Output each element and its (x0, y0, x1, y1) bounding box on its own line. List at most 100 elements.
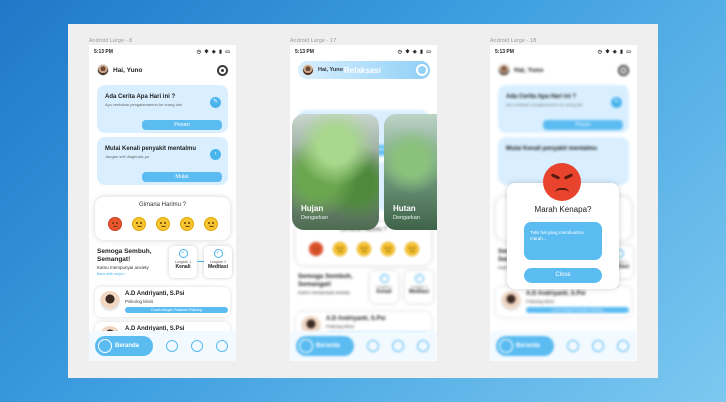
nav-home-label: Beranda (115, 343, 140, 349)
bottom-nav: Beranda (89, 331, 236, 361)
rain-subtitle: Dengarkan (301, 215, 328, 221)
psychologist-card: A.D Andriyanti, S.Psi Psikolog klinis Cu… (496, 287, 631, 317)
card-title: Mulai Kenali penyakit mentalmu (506, 146, 598, 152)
pencil-icon: ✎ (611, 97, 622, 108)
check-icon: ✓ (379, 274, 389, 283)
rain-title: Hujan (301, 204, 324, 213)
avatar[interactable] (97, 64, 109, 76)
healing-title: Semoga Sembuh, Semangat! (298, 273, 353, 288)
check-icon: ✓ (178, 249, 188, 258)
read-more-link[interactable]: Baca lebih lanjut > (97, 272, 126, 276)
avatar (498, 64, 510, 76)
mood-emoji-row (95, 217, 230, 231)
arrow-icon[interactable]: › (210, 149, 221, 160)
status-icons: ◷ ✱ ◈ ▮ ▭ (597, 49, 632, 55)
close-button[interactable]: Close (524, 268, 602, 283)
happy-emoji-icon (380, 242, 395, 256)
consult-button: Curah dengan Pasukan Psikolog (526, 307, 629, 313)
nav-home-button[interactable]: Beranda (95, 336, 153, 356)
sad-emoji-icon[interactable] (131, 217, 146, 231)
home-icon (499, 339, 513, 353)
card-title: Ada Cerita Apa Hari ini ? (506, 94, 577, 100)
phone-home: 5:13 PM ◷ ✱ ◈ ▮ ▭ Hai, Yuno Ada Cerita A… (89, 45, 236, 361)
forest-sound-card[interactable]: Hutan Dengarkan (384, 114, 437, 230)
psychologist-card[interactable]: A.D Andriyanti, S.Psi Psikolog klinis Cu… (95, 287, 230, 317)
card-title: Mulai Kenali penyakit mentalmu (105, 146, 197, 152)
psychologist-avatar (100, 291, 120, 311)
music-disc-icon[interactable] (217, 64, 228, 76)
start-button[interactable]: Mulai (142, 172, 222, 182)
status-bar: 5:13 PM ◷ ✱ ◈ ▮ ▭ (89, 45, 236, 59)
greeting: Hai, Yuno (113, 66, 143, 74)
mental-card: Mulai Kenali penyakit mentalmu Jangan se… (97, 137, 228, 185)
psychologist-name: A.D Andriyanti, S.Psi (526, 291, 586, 297)
frame-label: Android Large - 17 (290, 38, 337, 44)
story-card: Ada Cerita Apa Hari ini ? Ayo ceritakan … (498, 85, 629, 133)
nav-home-button[interactable]: Beranda (296, 336, 354, 356)
bottom-nav: Beranda (290, 331, 437, 361)
meditation-icon[interactable] (191, 340, 203, 352)
forest-title: Hutan (393, 204, 416, 213)
message-button[interactable]: Pesan (142, 120, 222, 130)
angry-emoji-icon (308, 242, 323, 256)
step-card-meditasi: ✓ Langkah 2 Meditasi (405, 271, 433, 303)
card-subtitle: Ayo ceritakan pengalamanmu ke orang lain (105, 102, 182, 107)
chat-icon[interactable] (567, 340, 579, 352)
forest-subtitle: Dengarkan (393, 215, 420, 221)
step-label: Kenali (175, 264, 191, 270)
angry-face-icon (543, 163, 581, 201)
check-icon: ✓ (213, 249, 223, 258)
psychologist-avatar (501, 291, 521, 311)
greeting: Hai, Yuno (514, 66, 544, 74)
design-canvas: Android Large - 8 Android Large - 17 And… (68, 24, 658, 378)
psychologist-role: Psikolog klinis (526, 299, 555, 304)
psychologist-name: A.D Andriyanti, S.Psi (326, 316, 386, 322)
consult-button[interactable]: Curah dengan Pasukan Psikolog (125, 307, 228, 313)
home-icon (98, 339, 112, 353)
status-bar: 5:13 PM ◷ ✱ ◈ ▮ ▭ (290, 45, 437, 59)
step-card-kenali[interactable]: ✓ Langkah 1 Kenali (169, 246, 197, 278)
reason-input[interactable]: Tulis hal yang membuatmu marah... (524, 222, 602, 260)
card-title: Ada Cerita Apa Hari ini ? (105, 94, 176, 100)
profile-icon[interactable] (216, 340, 228, 352)
chat-icon[interactable] (166, 340, 178, 352)
frame-label: Android Large - 18 (490, 38, 537, 44)
step-label: Kenali (376, 289, 392, 295)
rain-sound-card[interactable]: Hujan Dengarkan (292, 114, 379, 230)
story-card: Ada Cerita Apa Hari ini ? Ayo ceritakan … (97, 85, 228, 133)
meditation-icon[interactable] (592, 340, 604, 352)
psychologist-role: Psikolog klinis (326, 324, 355, 329)
pencil-icon[interactable]: ✎ (210, 97, 221, 108)
header: Hai, Yuno (490, 59, 637, 81)
step-card-meditasi[interactable]: ✓ Langkah 2 Meditasi (204, 246, 232, 278)
bottom-nav: Beranda (490, 331, 637, 361)
step-label: Meditasi (408, 289, 429, 295)
very-happy-emoji-icon[interactable] (203, 217, 218, 231)
very-happy-emoji-icon (404, 242, 419, 256)
neutral-emoji-icon[interactable] (155, 217, 170, 231)
happy-emoji-icon[interactable] (179, 217, 194, 231)
step-connector (197, 261, 204, 262)
music-disc-icon (618, 64, 629, 76)
header: Hai, Yuno (89, 59, 236, 81)
card-subtitle: Jangan self diagnosis ya (105, 154, 149, 159)
mood-card: Gimana Harimu ? (95, 197, 230, 240)
frame-label: Android Large - 8 (89, 38, 133, 44)
status-bar: 5:13 PM ◷ ✱ ◈ ▮ ▭ (490, 45, 637, 59)
step-card-kenali: ✓ Langkah 1 Kenali (370, 271, 398, 303)
healing-subtitle: Kamu mempunyai anxiety (97, 265, 149, 270)
healing-section: Semoga Sembuh, Semangat! Kamu mempunyai … (89, 246, 236, 282)
mood-emoji-row (296, 242, 431, 256)
status-time: 5:13 PM (295, 49, 314, 55)
nav-home-label: Beranda (516, 343, 541, 349)
phone-relax: 5:13 PM ◷ ✱ ◈ ▮ ▭ Hai, Yuno Relaksasi Ad… (290, 45, 437, 361)
profile-icon[interactable] (417, 340, 429, 352)
neutral-emoji-icon (356, 242, 371, 256)
status-icons: ◷ ✱ ◈ ▮ ▭ (196, 49, 231, 55)
profile-icon[interactable] (617, 340, 629, 352)
check-icon: ✓ (414, 274, 424, 283)
meditation-icon[interactable] (392, 340, 404, 352)
chat-icon[interactable] (367, 340, 379, 352)
angry-emoji-icon[interactable] (107, 217, 122, 231)
nav-home-button[interactable]: Beranda (496, 336, 554, 356)
